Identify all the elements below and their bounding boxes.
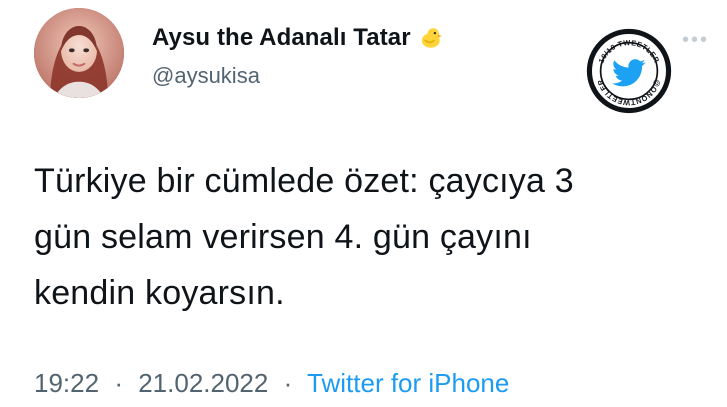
tweet-date[interactable]: 21.02.2022 [138,368,268,398]
tweet-source-link[interactable]: Twitter for iPhone [307,368,509,398]
tweet-text-line: Türkiye bir cümlede özet: çaycıya 3 [34,162,574,200]
more-icon[interactable]: ••• [682,30,709,50]
tweet-time[interactable]: 19:22 [34,368,99,398]
author-handle[interactable]: @aysukisa [152,65,260,87]
tweet-text-line: kendin koyarsın. [34,274,285,312]
chick-icon [417,25,443,51]
tweet-card: Aysu the Adanalı Tatar @aysukisa ••• 10/… [0,0,727,407]
tweet-text: Türkiye bir cümlede özet: çaycıya 3 gün … [34,153,724,321]
tweet-meta: 19:22 · 21.02.2022 · Twitter for iPhone [34,370,509,396]
meta-separator: · [283,368,293,398]
avatar[interactable] [34,8,124,98]
meta-separator: · [114,368,123,398]
onon-tweetler-badge: 10/10 TWEETLER @ONONTWEETLER [586,28,672,114]
tweet-text-line: gün selam verirsen 4. gün çayını [34,218,532,256]
author-display-name[interactable]: Aysu the Adanalı Tatar [152,26,411,50]
author-name-row: Aysu the Adanalı Tatar [152,25,443,51]
